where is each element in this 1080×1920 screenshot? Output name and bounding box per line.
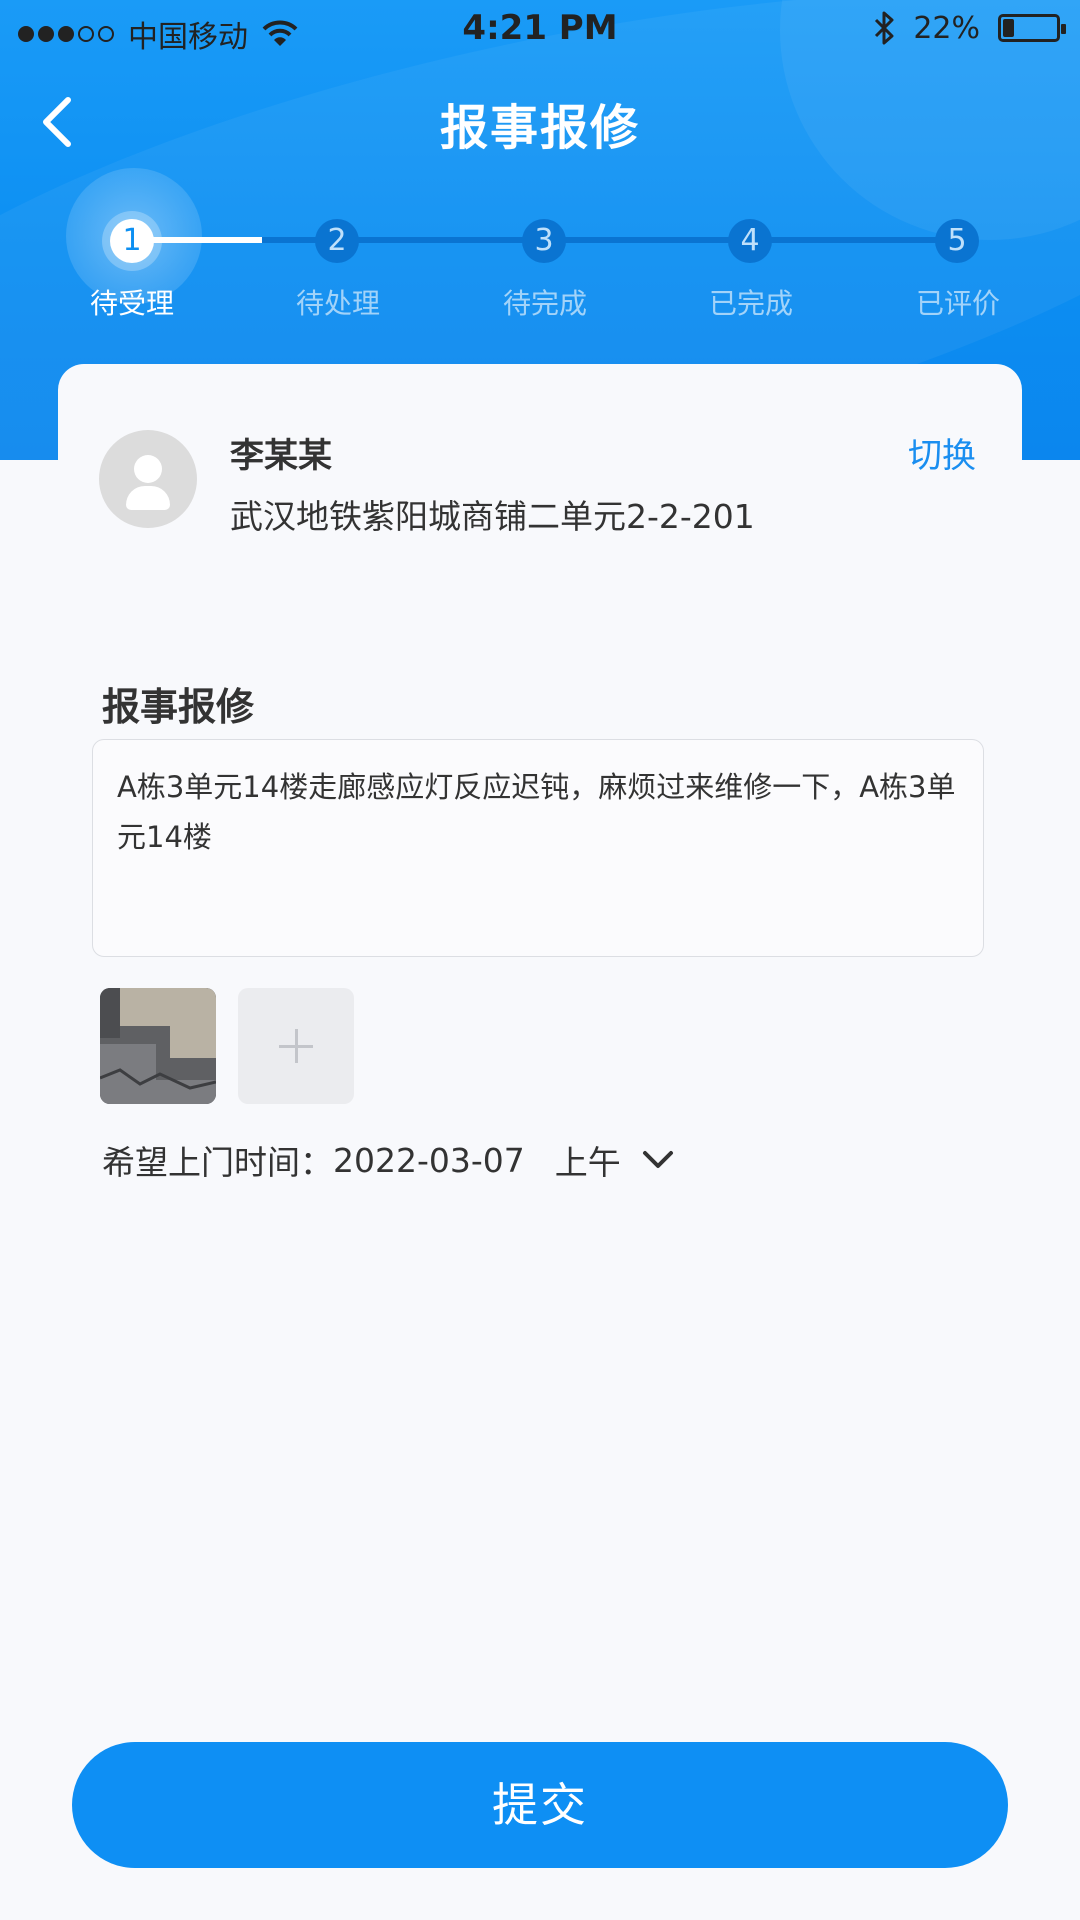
photo-image [100,988,216,1104]
step-4-label: 已完成 [708,287,793,320]
step-2-circle: 2 [315,219,359,263]
status-right: 22% [873,10,1066,46]
switch-user-link[interactable]: 切换 [908,428,976,477]
chevron-down-icon[interactable] [641,1149,675,1171]
step-5-label: 已评价 [915,287,1000,320]
submit-button[interactable]: 提交 [72,1742,1008,1868]
page-title: 报事报修 [439,100,640,156]
add-photo-button[interactable] [238,988,354,1104]
step-3-label: 待完成 [502,287,587,320]
status-bar: 中国移动 4:21 PM 22% [0,0,1080,60]
step-3-circle: 3 [522,219,566,263]
visit-time-selector[interactable]: 希望上门时间： 2022-03-07 上午 [102,1136,675,1184]
visit-period[interactable]: 上午 [555,1136,621,1184]
bluetooth-icon [875,11,894,45]
attached-photo-thumbnail[interactable] [100,988,216,1104]
step-1-circle: 1 [110,219,154,263]
battery-icon [998,14,1066,42]
avatar [99,430,197,528]
user-icon [134,455,162,483]
visit-time-label: 希望上门时间： [102,1143,333,1182]
user-card [58,364,1022,584]
step-connector [262,237,964,243]
visit-date[interactable]: 2022-03-07 [333,1141,525,1180]
battery-level [1003,19,1014,37]
step-1-label: 待受理 [89,287,174,320]
description-textarea[interactable]: A栋3单元14楼走廊感应灯反应迟钝，麻烦过来维修一下，A栋3单元14楼 [92,739,984,957]
progress-stepper: 1 2 3 4 5 待受理 待处理 待完成 已完成 已评价 [0,160,1080,330]
step-5-circle: 5 [935,219,979,263]
user-name: 李某某 [230,436,332,476]
step-2-label: 待处理 [295,287,380,320]
section-title: 报事报修 [102,685,255,729]
step-4-circle: 4 [728,219,772,263]
battery-percent: 22% [913,10,980,46]
user-address: 武汉地铁紫阳城商铺二单元2-2-201 [230,497,755,536]
